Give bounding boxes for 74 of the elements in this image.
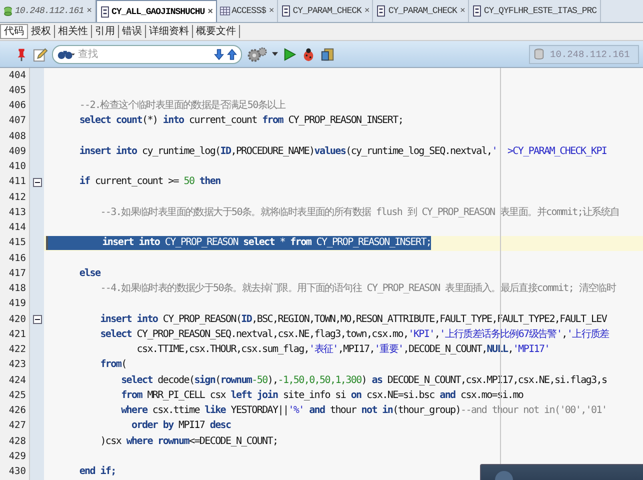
line-number: 426 <box>8 405 26 418</box>
line-number: 429 <box>8 450 26 463</box>
editor-tab[interactable]: CY_PARAM_CHECK × <box>278 0 374 22</box>
line-number: 415 <box>8 237 26 250</box>
code-line: from( <box>99 358 126 372</box>
gears-icon[interactable] <box>246 46 268 62</box>
line-number: 420 <box>8 314 26 326</box>
editor-tab[interactable]: ACCESS$ × <box>216 0 278 22</box>
code-line: )csx where rownum<=DECODE_N_COUNT; <box>99 434 278 449</box>
sub-tab[interactable]: 授权 <box>28 25 55 38</box>
sub-tab[interactable]: 详细资料 <box>146 25 193 38</box>
line-number: 412 <box>8 192 26 204</box>
collapse-icon[interactable] <box>32 315 42 324</box>
database-icon <box>534 48 544 60</box>
code-line: select CY_PROP_REASON_SEQ.nextval,csx.NE,flag3,town,csx.mo,'KPI','上行质差话务比例67级告警','上行质差 <box>99 328 609 342</box>
document-icon <box>472 5 482 17</box>
arrow-up-icon[interactable] <box>227 48 237 60</box>
line-number: 405 <box>8 84 26 97</box>
line-number: 411 <box>8 176 26 188</box>
line-number: 427 <box>8 420 26 432</box>
sub-tab[interactable]: 相关性 <box>55 25 92 38</box>
line-number: 413 <box>8 206 26 219</box>
code-line: --3.如果临时表里面的数据大于50条。就将临时表里面的所有数据 flush 到 CY_PROP_REASON 表里面。并commit;让系统自 <box>99 206 620 220</box>
sub-tab[interactable]: 概要文件 <box>193 25 240 38</box>
code-line: select decode(sign(rownum-50),-1,50,0,50,1,300) as DECODE_N_COUNT,csx.MPI17,csx.NE,si.flag3,s <box>120 374 607 388</box>
line-number: 428 <box>8 436 26 448</box>
line-number: 418 <box>8 283 26 296</box>
document-icon <box>280 5 291 17</box>
sub-tab[interactable]: 代码 <box>0 24 28 39</box>
line-number: 419 <box>8 298 26 310</box>
code-line: --2.检查这个临时表里面的数据是否满足50条以上 <box>78 99 286 114</box>
edit-icon[interactable] <box>33 46 48 62</box>
code-line: end if; <box>78 465 116 480</box>
caret-icon[interactable] <box>272 52 278 56</box>
document-icon <box>376 5 386 17</box>
editor-tab[interactable]: CY_ALL_GAOJINSHUCHU × <box>96 0 217 22</box>
line-number: 409 <box>8 146 26 158</box>
run-icon[interactable] <box>282 46 297 62</box>
editor-tab[interactable]: CY_QYFLHR_ESTE_ITAS_PRC <box>468 0 601 22</box>
code-line: select count(*) into current_count from CY_PROP_REASON_INSERT; <box>78 114 404 128</box>
line-number: 406 <box>8 100 26 112</box>
database-connection-icon <box>3 5 13 17</box>
code-line: csx.TTIME,csx.THOUR,csx.sum_flag,'表征',MPI17,'重要',DECODE_N_COUNT,NULL,'MPI17' <box>136 343 550 358</box>
line-number: 425 <box>8 390 26 402</box>
code-line: --4.如果临时表的数据少于50条。就去掉门限。用下面的语句往 CY_PROP_REASON 表里面插入。最后直接commit; 清空临时 <box>99 282 616 296</box>
sub-tab[interactable]: 引用 <box>92 25 119 38</box>
editor-tab[interactable]: CY_PARAM_CHECK × <box>373 0 469 22</box>
line-number: 410 <box>8 161 26 174</box>
code-line: if current_count >= 50 then <box>78 175 220 190</box>
line-number: 407 <box>8 115 26 128</box>
line-number: 423 <box>8 359 26 372</box>
line-number: 430 <box>8 466 26 478</box>
code-line: else <box>78 266 100 281</box>
line-number: 416 <box>8 252 26 265</box>
code-line: insert into CY_PROP_REASON(ID,BSC,REGION,TOWN,MO,RESON_ATTRIBUTE,FAULT_TYPE,FAULT_TYPE2,FAULT_LEV <box>99 312 607 327</box>
line-number: 408 <box>8 130 26 143</box>
collapse-icon[interactable] <box>32 178 42 187</box>
code-line: where csx.ttime like YESTORDAY||'%' and thour not in(thour_group)--and thour not in('00','01' <box>120 404 607 418</box>
table-icon <box>220 5 230 17</box>
line-number: 414 <box>8 222 26 234</box>
line-number: 404 <box>8 70 26 82</box>
bug-icon[interactable] <box>301 46 316 62</box>
compile-icon[interactable] <box>320 46 335 62</box>
binoculars-icon <box>57 48 75 60</box>
line-number: 422 <box>8 344 26 356</box>
line-number: 421 <box>8 328 26 341</box>
code-line: from MRR_PI_CELL csx left join site_info si on csx.NE=si.bsc and csx.mo=si.mo <box>120 388 524 403</box>
line-number: 417 <box>8 268 26 280</box>
document-icon <box>100 6 110 18</box>
sub-tab[interactable]: 错误 <box>119 25 146 38</box>
code-line: order by MPI17 desc <box>130 419 231 434</box>
line-number: 424 <box>8 374 26 387</box>
code-line: insert into cy_runtime_log(ID,PROCEDURE_NAME)values(cy_runtime_log_SEQ.nextval,' >CY_PARAM_CHECK_KPI <box>78 144 607 159</box>
arrow-down-icon[interactable] <box>214 48 224 60</box>
